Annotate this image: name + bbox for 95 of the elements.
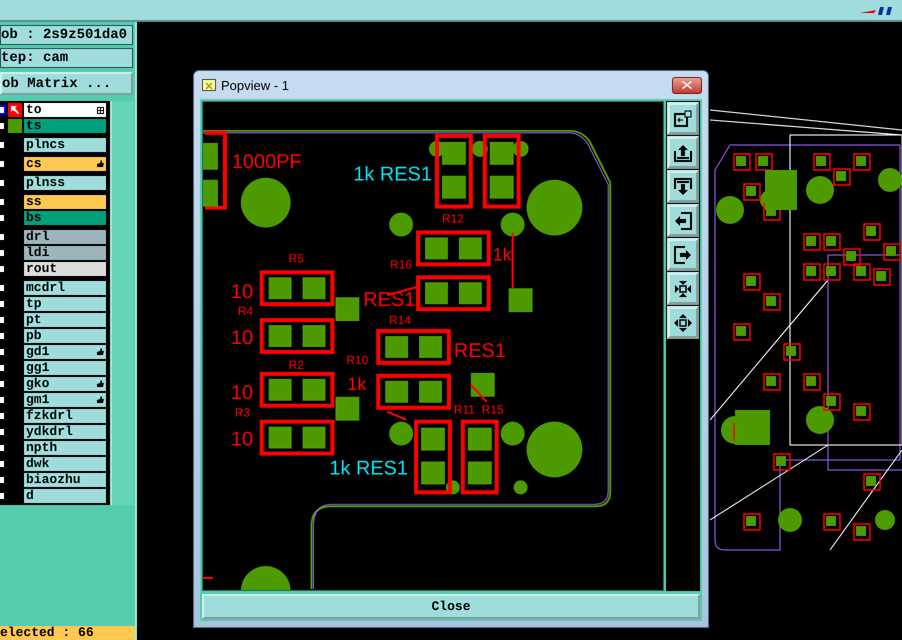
component-label: 10 <box>230 428 254 451</box>
layer-name[interactable]: cs <box>24 157 106 171</box>
layer-checkbox[interactable] <box>0 248 6 258</box>
layer-name[interactable]: rout <box>24 262 106 276</box>
view-tool-button[interactable] <box>667 204 699 237</box>
layer-checkbox[interactable] <box>0 315 6 325</box>
layer-name[interactable]: plnss <box>24 176 106 190</box>
component-label: R4 <box>238 304 254 318</box>
component-label: 1k <box>492 244 512 264</box>
component-label: RES1 <box>454 340 506 362</box>
window-title: Popview - 1 <box>221 78 290 92</box>
layer-checkbox[interactable] <box>0 443 6 453</box>
layer-name[interactable]: d <box>24 489 106 503</box>
job-field: ob : 2s9z501da0 <box>0 25 133 45</box>
arrow-icon <box>8 103 22 117</box>
close-icon <box>682 81 692 89</box>
layer-checkbox[interactable] <box>0 197 6 207</box>
component-label: 10 <box>230 281 254 304</box>
layer-checkbox[interactable] <box>0 491 6 501</box>
component-label: R10 <box>346 352 368 367</box>
layer-checkbox[interactable] <box>0 379 6 389</box>
close-button[interactable] <box>672 76 702 94</box>
arrow-right-icon <box>673 244 693 264</box>
layer-checkbox[interactable] <box>0 411 6 421</box>
layer-name[interactable]: biaozhu <box>24 473 106 487</box>
step-field: tep: cam <box>0 48 133 68</box>
layer-name[interactable]: gko <box>24 377 106 391</box>
expand-arrows-icon <box>673 278 693 298</box>
layer-checkbox[interactable] <box>0 299 6 309</box>
layer-checkbox[interactable] <box>0 264 6 274</box>
component-label: 1000PF <box>232 150 302 173</box>
layer-checkbox[interactable] <box>0 331 6 341</box>
upload-tray-icon <box>673 142 693 162</box>
layer-checkbox[interactable] <box>0 178 6 188</box>
job-matrix-button[interactable]: ob Matrix ... <box>0 72 133 95</box>
window-icon <box>202 79 216 91</box>
layer-checkbox[interactable] <box>0 121 6 131</box>
layer-name[interactable]: dwk <box>24 457 106 471</box>
layer-name[interactable]: plncs <box>24 138 106 152</box>
component-label: 10 <box>230 327 254 349</box>
layer-checkbox[interactable] <box>0 459 6 469</box>
close-button[interactable]: Close <box>202 594 700 619</box>
component-label: R16 <box>390 257 412 272</box>
component-label: R14 <box>389 313 412 328</box>
component-label: RES1 <box>363 289 416 312</box>
layer-checkbox[interactable] <box>0 232 6 242</box>
layer-name[interactable]: npth <box>24 441 106 455</box>
view-tool-button[interactable] <box>667 272 699 305</box>
layer-name[interactable]: ts <box>24 119 106 133</box>
component-label: 1k <box>347 374 366 394</box>
status-bar: elected : 66 <box>0 626 135 640</box>
layer-name[interactable]: fzkdrl <box>24 409 106 423</box>
layer-name[interactable]: gg1 <box>24 361 106 375</box>
arrow-left-icon <box>673 210 693 230</box>
component-label: 10 <box>230 382 254 404</box>
component-label: R15 <box>482 402 504 417</box>
layer-name[interactable]: mcdrl <box>24 281 106 295</box>
layer-name[interactable]: gd1 <box>24 345 106 359</box>
layer-checkbox[interactable] <box>0 159 6 169</box>
scroll-bar[interactable] <box>110 101 134 505</box>
component-label: R12 <box>442 212 464 226</box>
layer-name[interactable]: bs <box>24 211 106 225</box>
view-tool-button[interactable] <box>667 102 699 135</box>
component-label: 1k RES1 <box>329 457 408 480</box>
layer-checkbox[interactable] <box>0 427 6 437</box>
layer-name[interactable]: ss <box>24 195 106 209</box>
component-label: R2 <box>288 358 304 372</box>
view-tool-button[interactable] <box>667 306 699 339</box>
layer-checkbox[interactable] <box>0 140 6 150</box>
layer-checkbox[interactable] <box>0 395 6 405</box>
layer-name[interactable]: gm1 <box>24 393 106 407</box>
layer-checkbox[interactable] <box>0 105 6 115</box>
component-label: R5 <box>288 251 304 266</box>
view-tool-button[interactable] <box>667 170 699 203</box>
layer-name[interactable]: pt <box>24 313 106 327</box>
view-tool-button[interactable] <box>667 238 699 271</box>
layer-name[interactable]: ydkdrl <box>24 425 106 439</box>
layer-checkbox[interactable] <box>0 213 6 223</box>
layer-checkbox[interactable] <box>0 363 6 373</box>
component-label: 1k RES1 <box>353 164 432 186</box>
layer-name[interactable]: drl <box>24 230 106 244</box>
layer-checkbox[interactable] <box>0 347 6 357</box>
component-label: R3 <box>234 406 250 420</box>
layer-name[interactable]: pb <box>24 329 106 343</box>
layer-checkbox[interactable] <box>0 283 6 293</box>
layer-name[interactable]: to <box>24 103 106 117</box>
view-tool-button[interactable] <box>667 136 699 169</box>
download-tray-icon <box>673 176 693 196</box>
layer-name[interactable]: tp <box>24 297 106 311</box>
pan-arrows-icon <box>673 312 693 332</box>
component-label: R11 <box>454 402 475 417</box>
layer-name[interactable]: ldi <box>24 246 106 260</box>
zoom-to-window-icon <box>673 108 693 128</box>
grid-icon <box>97 106 104 114</box>
layer-checkbox[interactable] <box>0 475 6 485</box>
